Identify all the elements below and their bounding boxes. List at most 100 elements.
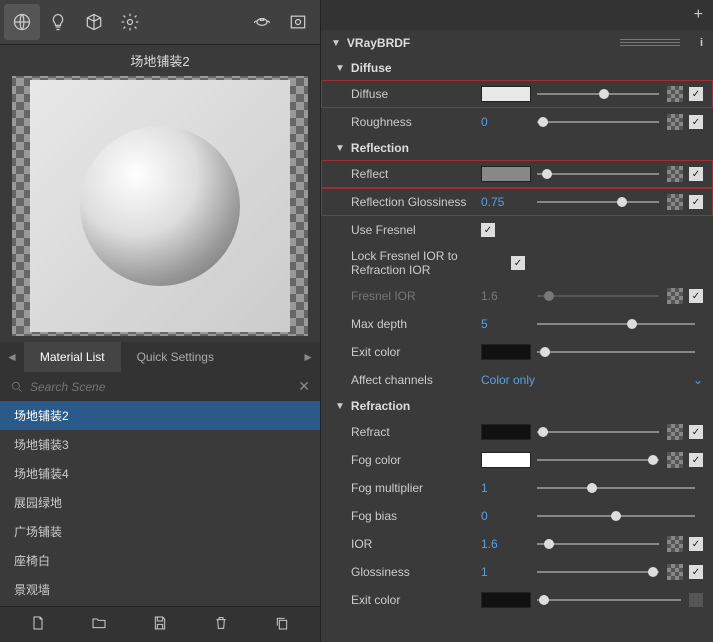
- panel-header: +: [321, 0, 713, 30]
- prop-roughness: Roughness 0 ✓: [321, 108, 713, 136]
- list-item[interactable]: 场地铺装3: [0, 430, 320, 459]
- slider[interactable]: [537, 592, 681, 608]
- color-swatch[interactable]: [481, 344, 531, 360]
- color-swatch[interactable]: [481, 424, 531, 440]
- prop-reflection-glossiness: Reflection Glossiness 0.75 ✓: [321, 188, 713, 216]
- map-button[interactable]: [667, 424, 683, 440]
- checkbox[interactable]: ✓: [511, 256, 525, 270]
- slider[interactable]: [537, 194, 659, 210]
- prop-fog-color: Fog color ✓: [321, 446, 713, 474]
- list-item[interactable]: 座椅白: [0, 546, 320, 575]
- caret-down-icon: ▼: [335, 401, 345, 412]
- drag-handle-icon[interactable]: [620, 39, 680, 47]
- prop-refract: Refract ✓: [321, 418, 713, 446]
- open-folder-icon[interactable]: [91, 615, 107, 634]
- caret-down-icon: ▼: [335, 143, 345, 154]
- map-button[interactable]: [667, 194, 683, 210]
- new-file-icon[interactable]: [30, 615, 46, 634]
- cube-icon[interactable]: [76, 4, 112, 40]
- copy-icon[interactable]: [274, 615, 290, 634]
- dropdown[interactable]: Color only ⌄: [481, 373, 703, 387]
- material-preview: [12, 76, 308, 336]
- map-button[interactable]: [667, 564, 683, 580]
- checkbox[interactable]: ✓: [689, 195, 703, 209]
- tab-quick-settings[interactable]: Quick Settings: [121, 342, 230, 372]
- map-button[interactable]: [667, 86, 683, 102]
- prop-use-fresnel: Use Fresnel ✓: [321, 216, 713, 244]
- info-icon[interactable]: i: [700, 37, 703, 49]
- slider[interactable]: [537, 536, 659, 552]
- slider[interactable]: [537, 316, 695, 332]
- color-swatch[interactable]: [481, 592, 531, 608]
- slider[interactable]: [537, 166, 659, 182]
- clear-search-icon[interactable]: ✕: [298, 378, 310, 395]
- preview-title: 场地铺装2: [0, 45, 320, 76]
- slider[interactable]: [537, 86, 659, 102]
- material-list: 场地铺装2 场地铺装3 场地铺装4 展园绿地 广场铺装 座椅白 景观墙 木板 木…: [0, 401, 320, 606]
- slider[interactable]: [537, 480, 695, 496]
- checkbox[interactable]: ✓: [689, 453, 703, 467]
- prop-fog-multiplier: Fog multiplier 1: [321, 474, 713, 502]
- checkbox[interactable]: ✓: [689, 289, 703, 303]
- slider[interactable]: [537, 344, 695, 360]
- prop-exit-color-refr: Exit color: [321, 586, 713, 614]
- tabs-bar: ◄ Material List Quick Settings ►: [0, 342, 320, 372]
- prop-diffuse: Diffuse ✓: [321, 80, 713, 108]
- prop-reflect: Reflect ✓: [321, 160, 713, 188]
- globe-icon[interactable]: [4, 4, 40, 40]
- section-reflection[interactable]: ▼ Reflection: [321, 136, 713, 160]
- checkbox[interactable]: [689, 593, 703, 607]
- prop-affect-channels: Affect channels Color only ⌄: [321, 366, 713, 394]
- gear-icon[interactable]: [112, 4, 148, 40]
- color-swatch[interactable]: [481, 166, 531, 182]
- map-button[interactable]: [667, 536, 683, 552]
- caret-down-icon: ▼: [335, 63, 345, 74]
- checkbox[interactable]: ✓: [689, 167, 703, 181]
- list-item[interactable]: 广场铺装: [0, 517, 320, 546]
- checkbox[interactable]: ✓: [689, 425, 703, 439]
- prop-lock-fresnel: Lock Fresnel IOR to Refraction IOR ✓: [321, 244, 713, 282]
- bulb-icon[interactable]: [40, 4, 76, 40]
- checkbox[interactable]: ✓: [481, 223, 495, 237]
- section-refraction[interactable]: ▼ Refraction: [321, 394, 713, 418]
- slider[interactable]: [537, 508, 695, 524]
- map-button[interactable]: [667, 452, 683, 468]
- save-icon[interactable]: [152, 615, 168, 634]
- section-diffuse[interactable]: ▼ Diffuse: [321, 56, 713, 80]
- main-toolbar: [0, 0, 320, 45]
- checkbox[interactable]: ✓: [689, 565, 703, 579]
- tab-next-icon[interactable]: ►: [296, 342, 320, 372]
- prop-ior: IOR 1.6 ✓: [321, 530, 713, 558]
- tab-material-list[interactable]: Material List: [24, 342, 121, 372]
- search-icon: [10, 380, 24, 394]
- tab-prev-icon[interactable]: ◄: [0, 342, 24, 372]
- slider[interactable]: [537, 452, 659, 468]
- slider[interactable]: [537, 114, 659, 130]
- map-button[interactable]: [667, 288, 683, 304]
- caret-down-icon: ▼: [331, 38, 341, 49]
- trash-icon[interactable]: [213, 615, 229, 634]
- slider[interactable]: [537, 424, 659, 440]
- teapot-icon[interactable]: [244, 4, 280, 40]
- list-item[interactable]: 场地铺装4: [0, 459, 320, 488]
- section-vraybrdf[interactable]: ▼ VRayBRDF i: [321, 30, 713, 56]
- map-button[interactable]: [667, 166, 683, 182]
- chevron-down-icon: ⌄: [693, 373, 703, 387]
- slider[interactable]: [537, 564, 659, 580]
- checkbox[interactable]: ✓: [689, 87, 703, 101]
- list-item[interactable]: 场地铺装2: [0, 401, 320, 430]
- search-row: ✕: [0, 372, 320, 401]
- prop-glossiness: Glossiness 1 ✓: [321, 558, 713, 586]
- color-swatch[interactable]: [481, 452, 531, 468]
- prop-exit-color: Exit color: [321, 338, 713, 366]
- list-item[interactable]: 展园绿地: [0, 488, 320, 517]
- checkbox[interactable]: ✓: [689, 537, 703, 551]
- map-button[interactable]: [667, 114, 683, 130]
- list-item[interactable]: 景观墙: [0, 575, 320, 604]
- search-input[interactable]: [30, 380, 298, 394]
- color-swatch[interactable]: [481, 86, 531, 102]
- prop-fog-bias: Fog bias 0: [321, 502, 713, 530]
- add-icon[interactable]: +: [694, 6, 703, 24]
- checkbox[interactable]: ✓: [689, 115, 703, 129]
- render-icon[interactable]: [280, 4, 316, 40]
